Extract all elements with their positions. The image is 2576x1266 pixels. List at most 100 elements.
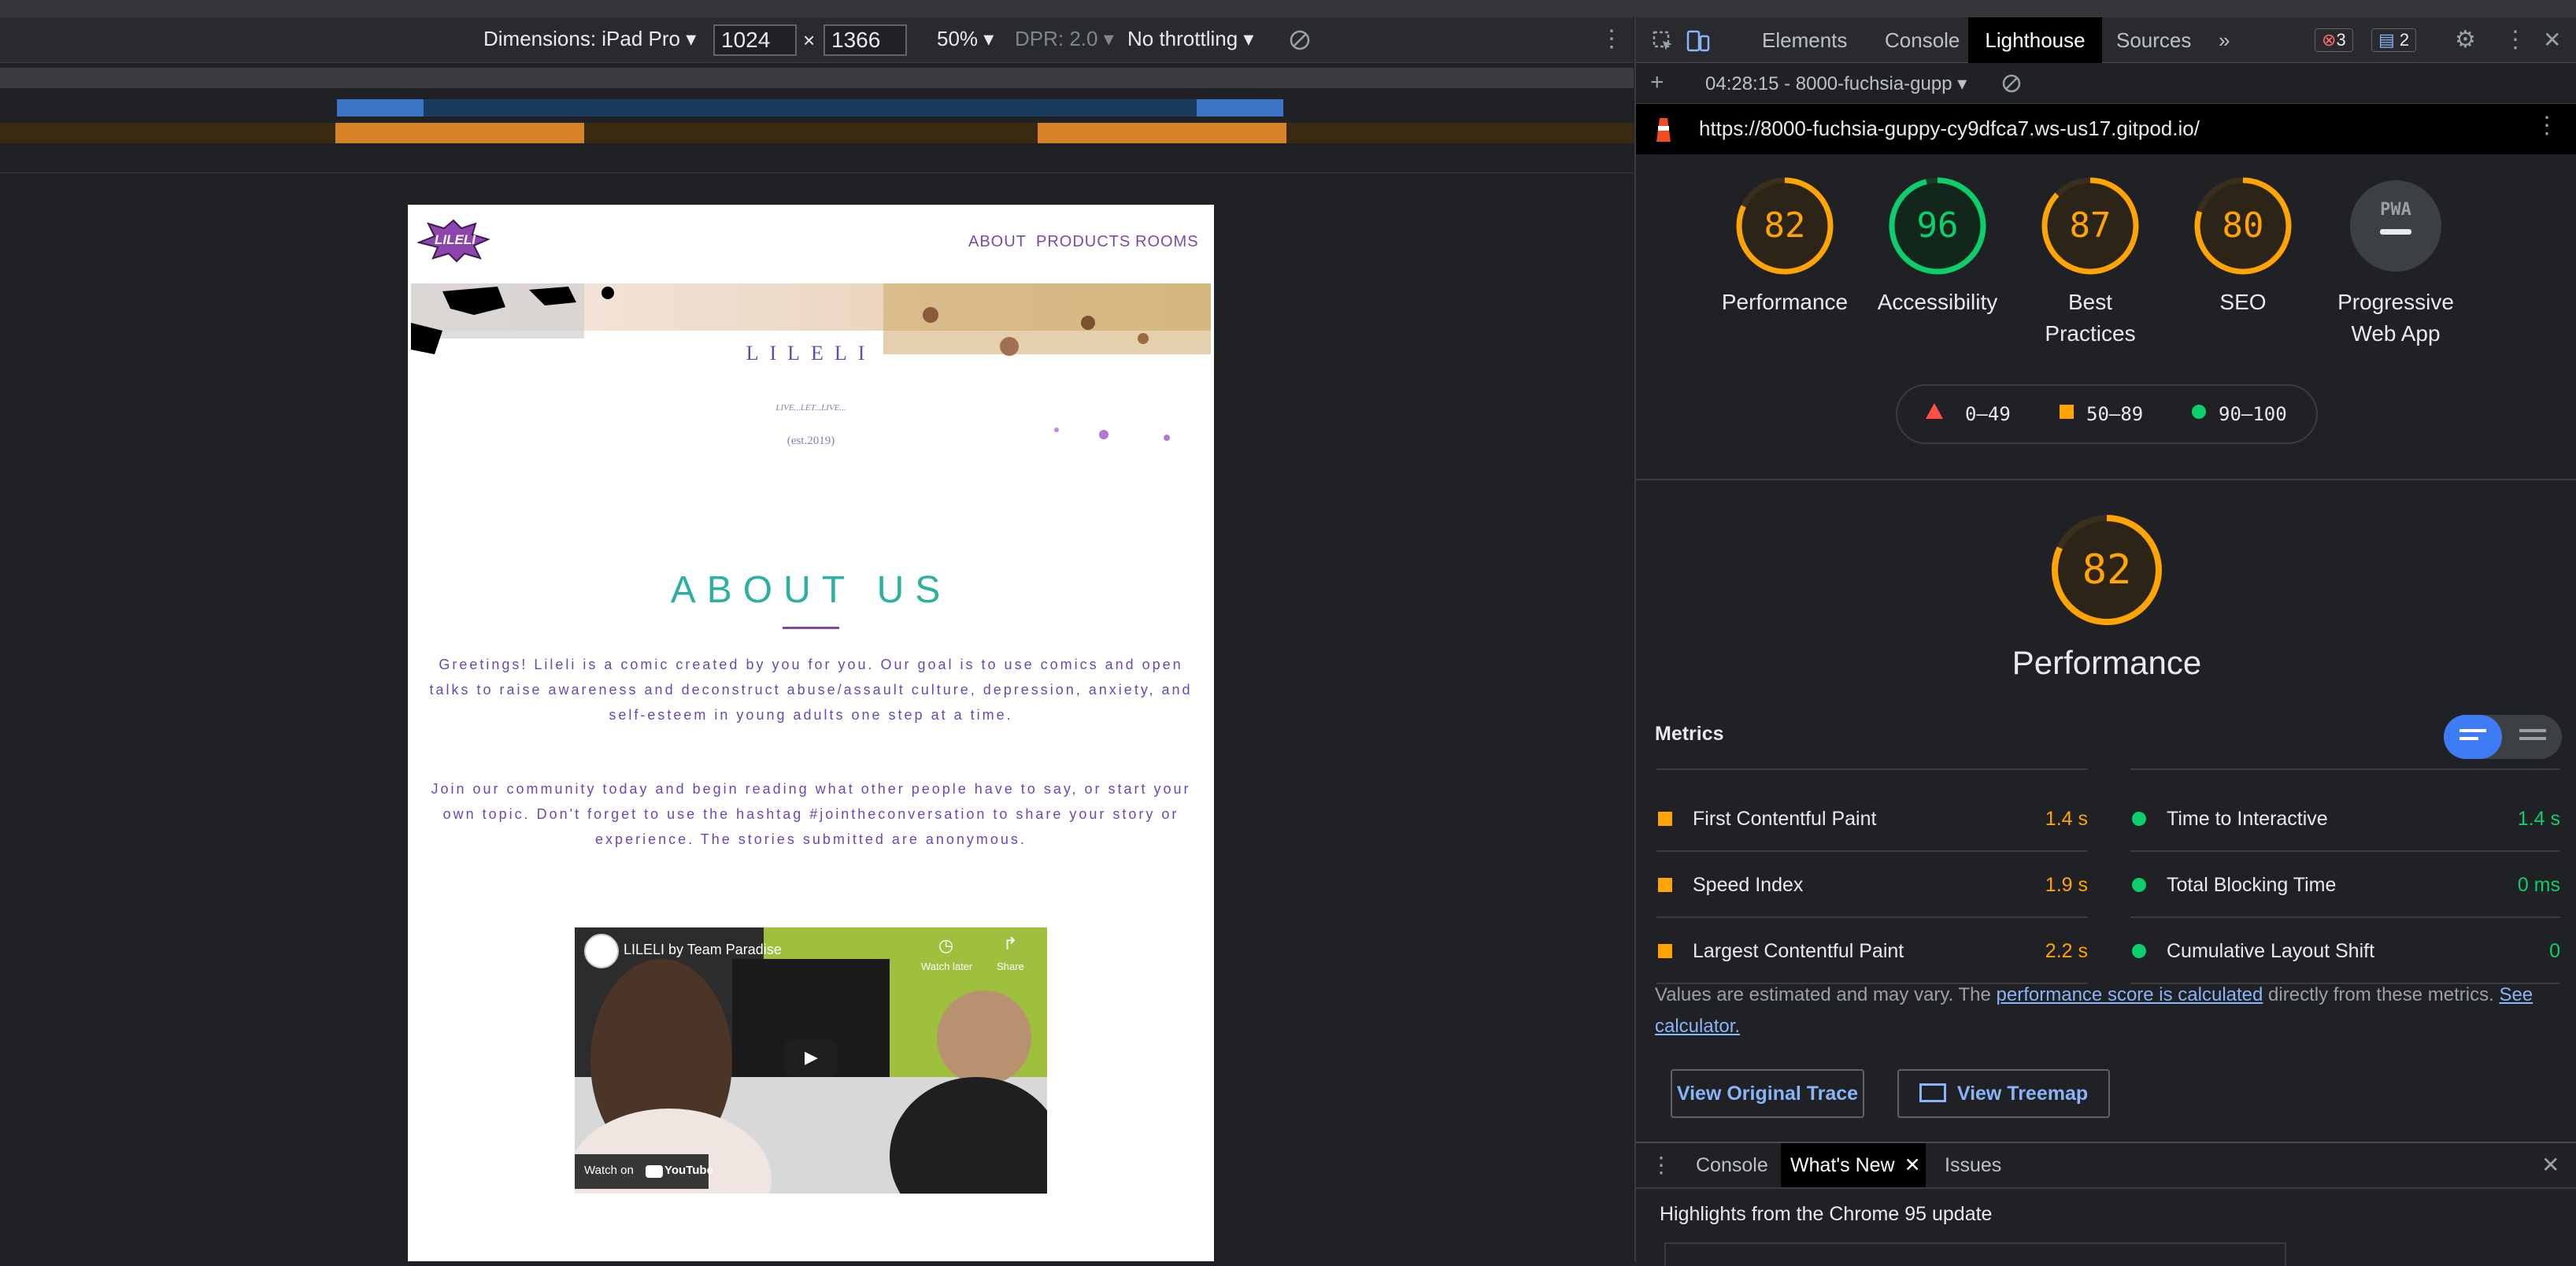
new-report-icon[interactable]: +	[1650, 69, 1664, 96]
gauge-3[interactable]: 80 SEO	[2176, 175, 2310, 318]
width-input[interactable]: 1024	[713, 24, 797, 56]
play-button[interactable]: ▶	[784, 1039, 838, 1077]
toggle-collapsed-icon[interactable]	[2519, 729, 2546, 732]
hero-title: LILELI	[746, 342, 876, 365]
youtube-wordmark: YouTube	[664, 1164, 713, 1177]
site-logo-text: LILELI	[435, 232, 476, 247]
channel-avatar[interactable]	[584, 934, 619, 968]
nav-rooms[interactable]: ROOMS	[1135, 233, 1199, 251]
media-query-blue-segment[interactable]	[337, 99, 424, 117]
metric-value: 0 ms	[2517, 874, 2560, 896]
tab-lighthouse[interactable]: Lighthouse	[1968, 17, 2102, 63]
gauge-label: Accessibility	[1877, 290, 1998, 314]
drawer-tab-whats-new-label: What's New	[1790, 1154, 1895, 1176]
gauge-score: 82	[1764, 205, 1806, 246]
settings-gear-icon[interactable]: ⚙	[2455, 17, 2476, 63]
dpr-dropdown[interactable]: DPR: 2.0 ▾	[1015, 27, 1114, 51]
close-drawer-icon[interactable]: ✕	[2541, 1143, 2559, 1187]
metric-name: First Contentful Paint	[1693, 808, 1877, 830]
gauge-4[interactable]: PWA Progressive Web App	[2329, 175, 2463, 350]
pass-circle-icon	[2192, 405, 2206, 419]
view-original-trace-button[interactable]: View Original Trace	[1671, 1069, 1864, 1118]
toggle-line	[2519, 737, 2546, 740]
more-tabs-button[interactable]: »	[2219, 17, 2230, 63]
gauge-score: PWA	[2380, 200, 2411, 220]
media-query-orange-segment[interactable]	[335, 123, 584, 143]
toggle-expanded-icon[interactable]	[2444, 715, 2502, 759]
height-input[interactable]: 1366	[824, 24, 907, 56]
tab-console[interactable]: Console	[1885, 17, 1960, 63]
report-url-bar: https://8000-fuchsia-guppy-cy9dfca7.ws-u…	[1636, 104, 2576, 154]
average-square-icon	[1658, 812, 1672, 826]
metric-name: Time to Interactive	[2167, 808, 2328, 830]
close-devtools-icon[interactable]: ✕	[2543, 17, 2561, 63]
tab-elements[interactable]: Elements	[1762, 17, 1847, 63]
about-paragraph-2: Join our community today and begin readi…	[431, 781, 1191, 847]
metric-right-1[interactable]: Total Blocking Time 0 ms	[2130, 852, 2560, 918]
average-square-icon	[1658, 878, 1672, 892]
tab-sources[interactable]: Sources	[2116, 17, 2191, 63]
report-menu-icon[interactable]: ⋮	[2535, 112, 2559, 139]
rotate-icon[interactable]	[1288, 28, 1312, 52]
metric-left-0[interactable]: First Contentful Paint 1.4 s	[1656, 786, 2088, 852]
device-dimensions-dropdown[interactable]: Dimensions: iPad Pro ▾	[483, 27, 696, 51]
performance-big-gauge[interactable]: 82	[2049, 512, 2165, 628]
metric-name: Total Blocking Time	[2167, 874, 2337, 896]
video-title[interactable]: LILELI by Team Paradise	[624, 942, 782, 958]
section-divider	[1636, 479, 2576, 480]
legend-fail: 0–49	[1965, 403, 2011, 425]
gauge-2[interactable]: 87 Best Practices	[2023, 175, 2157, 350]
whats-new-heading: Highlights from the Chrome 95 update	[1660, 1203, 1993, 1225]
media-query-bar-gray[interactable]	[0, 68, 1634, 88]
drawer-tab-issues[interactable]: Issues	[1945, 1143, 2001, 1187]
inspect-element-icon[interactable]	[1652, 30, 1674, 52]
zoom-dropdown[interactable]: 50% ▾	[937, 27, 994, 51]
clock-icon[interactable]: ◷	[938, 935, 953, 956]
gauge-1[interactable]: 96 Accessibility	[1871, 175, 2004, 318]
more-options-icon[interactable]: ⋮	[1600, 25, 1623, 53]
clear-all-icon[interactable]	[2001, 73, 2022, 94]
metric-left-1[interactable]: Speed Index 1.9 s	[1656, 852, 2088, 918]
gauge-0[interactable]: 82 Performance	[1718, 175, 1852, 318]
fail-triangle-icon	[1926, 403, 1943, 419]
metric-value: 1.4 s	[2045, 808, 2088, 830]
devtools-more-icon[interactable]: ⋮	[2504, 17, 2527, 63]
report-selector-label: 04:28:15 - 8000-fuchsia-gupp	[1705, 73, 1952, 94]
metric-right-2[interactable]: Cumulative Layout Shift 0	[2130, 918, 2560, 984]
media-query-orange-segment[interactable]	[1038, 123, 1286, 143]
message-icon: ▤	[2378, 30, 2395, 50]
media-query-blue-segment[interactable]	[1197, 99, 1283, 117]
media-query-bar-orange[interactable]	[0, 123, 1634, 143]
legend-average: 50–89	[2086, 403, 2144, 425]
youtube-embed[interactable]: LILELI by Team Paradise ◷ Watch later ↱ …	[575, 927, 1047, 1194]
report-selector[interactable]: 04:28:15 - 8000-fuchsia-gupp ▾	[1705, 72, 1967, 95]
metric-left-2[interactable]: Largest Contentful Paint 2.2 s	[1656, 918, 2088, 984]
times-sign: ×	[803, 28, 816, 52]
error-badge[interactable]: ⊗3	[2315, 28, 2353, 52]
devtools-drawer: ⋮ Console What's New ✕ Issues ✕ Highlight…	[1636, 1142, 2576, 1266]
treemap-icon	[1919, 1083, 1946, 1103]
view-treemap-button[interactable]: View Treemap	[1897, 1069, 2110, 1118]
emulated-page: LILELI ABOUT PRODUCTS ROOMS LILELI LIVE.…	[408, 205, 1214, 1261]
share-icon[interactable]: ↱	[1003, 934, 1017, 954]
nav-about[interactable]: ABOUT	[968, 233, 1027, 251]
metric-right-0[interactable]: Time to Interactive 1.4 s	[2130, 786, 2560, 852]
throttling-dropdown[interactable]: No throttling ▾	[1127, 27, 1253, 51]
media-query-bar-blue[interactable]	[337, 99, 1282, 117]
drawer-tab-whats-new[interactable]: What's New ✕	[1781, 1143, 1926, 1187]
drawer-tab-console[interactable]: Console	[1696, 1143, 1768, 1187]
drawer-menu-icon[interactable]: ⋮	[1650, 1143, 1672, 1187]
metric-value: 1.4 s	[2517, 808, 2560, 830]
gauge-score: 87	[2069, 205, 2112, 246]
report-url[interactable]: https://8000-fuchsia-guppy-cy9dfca7.ws-u…	[1699, 117, 2200, 141]
nav-products[interactable]: PRODUCTS	[1036, 233, 1131, 251]
watch-on-youtube[interactable]: Watch on YouTube	[575, 1154, 713, 1189]
device-toggle-icon[interactable]	[1686, 28, 1710, 54]
site-logo[interactable]: LILELI	[416, 219, 490, 263]
message-badge[interactable]: ▤ 2	[2371, 28, 2417, 52]
metrics-view-toggle[interactable]	[2444, 715, 2562, 759]
average-square-icon	[1658, 944, 1672, 958]
metrics-title: Metrics	[1655, 723, 1724, 745]
perf-score-link[interactable]: performance score is calculated	[1997, 984, 2263, 1005]
close-tab-icon[interactable]: ✕	[1904, 1154, 1921, 1176]
